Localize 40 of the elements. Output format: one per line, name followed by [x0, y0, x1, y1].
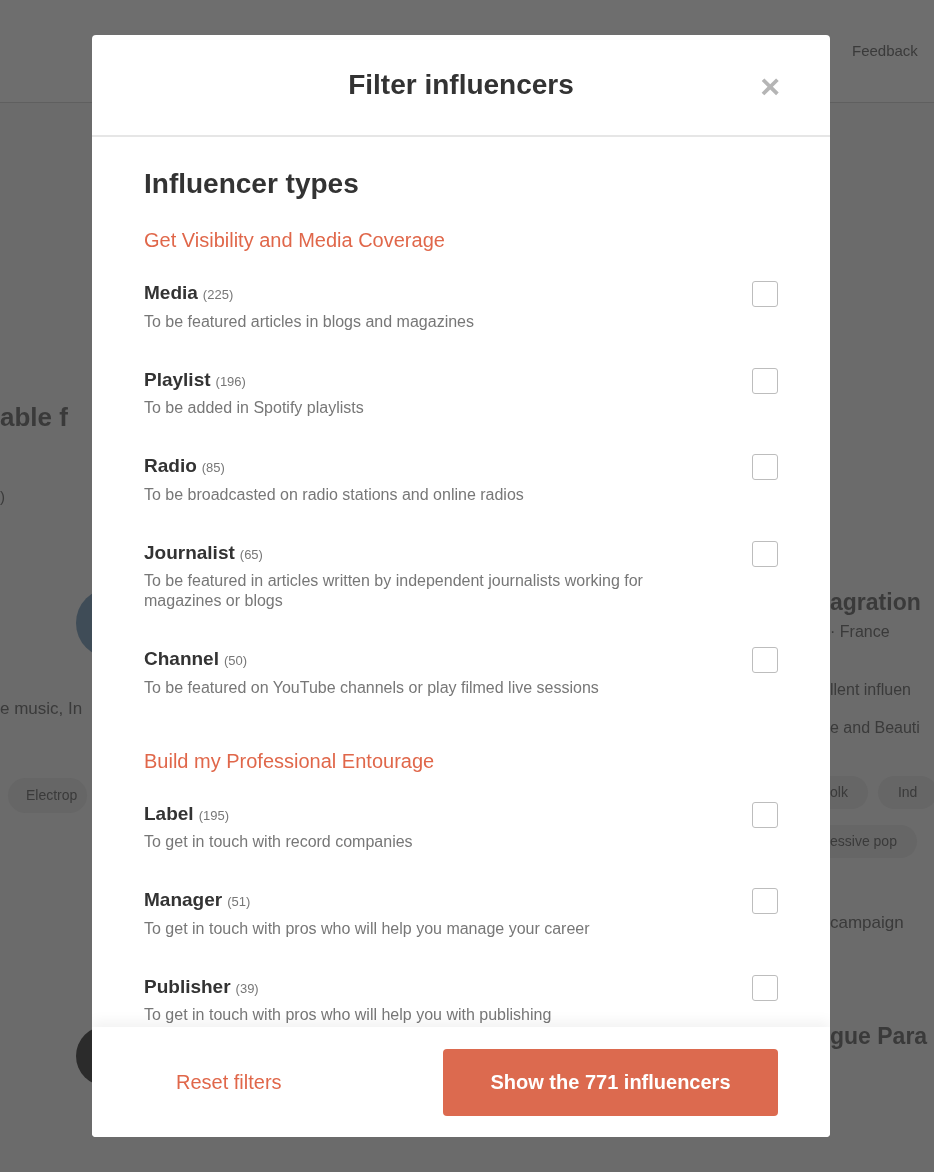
checkbox[interactable]: [752, 281, 778, 307]
type-description: To be broadcasted on radio stations and online radios: [144, 484, 524, 505]
type-description: To get in touch with record companies: [144, 832, 413, 852]
type-description: To be featured on YouTube channels or play filmed live sessions: [144, 677, 599, 698]
type-count: (195): [198, 806, 229, 825]
close-button[interactable]: ×: [760, 69, 780, 103]
count-text: ): [0, 487, 5, 507]
type-name: Journalist: [144, 540, 235, 565]
show-influencers-button[interactable]: Show the 771 influencers: [443, 1048, 778, 1116]
type-description: To get in touch with pros who will help you manage your career: [144, 918, 590, 939]
type-description: To be featured articles in blogs and magazines: [144, 311, 474, 332]
type-count: (39): [235, 979, 259, 998]
reset-filters-link[interactable]: Reset filters: [176, 1067, 282, 1097]
checkbox[interactable]: [752, 801, 778, 828]
type-name: Publisher: [144, 974, 231, 999]
type-name: Manager: [144, 888, 223, 912]
type-name: Media: [144, 281, 198, 305]
type-count: (225): [202, 286, 234, 304]
checkbox[interactable]: [752, 647, 778, 673]
group-title: Get Visibility and Media Coverage: [144, 228, 446, 253]
checkbox[interactable]: [752, 974, 778, 1001]
type-count: (50): [223, 652, 248, 670]
type-description: To be added in Spotify playlists: [144, 398, 364, 418]
type-count: (51): [227, 893, 251, 911]
dialog-title: Filter influencers: [348, 68, 574, 102]
type-description: To get in touch with pros who will help you with publishing: [144, 1005, 552, 1025]
type-name: Label: [144, 801, 194, 826]
checkbox[interactable]: [752, 888, 778, 914]
checkbox[interactable]: [752, 540, 778, 567]
type-count: (85): [201, 459, 225, 477]
group-title: Build my Professional Entourage: [144, 748, 436, 774]
section-heading: Influencer types: [144, 167, 360, 201]
type-name: Channel: [144, 647, 219, 671]
type-count: (65): [239, 545, 263, 564]
checkbox[interactable]: [752, 367, 778, 394]
type-count: (196): [215, 372, 246, 391]
type-name: Playlist: [144, 367, 211, 392]
type-description: To be featured in articles written by independent journalists working for magazines or blogs: [144, 571, 644, 611]
type-name: Radio: [144, 454, 197, 478]
checkbox[interactable]: [752, 454, 778, 480]
